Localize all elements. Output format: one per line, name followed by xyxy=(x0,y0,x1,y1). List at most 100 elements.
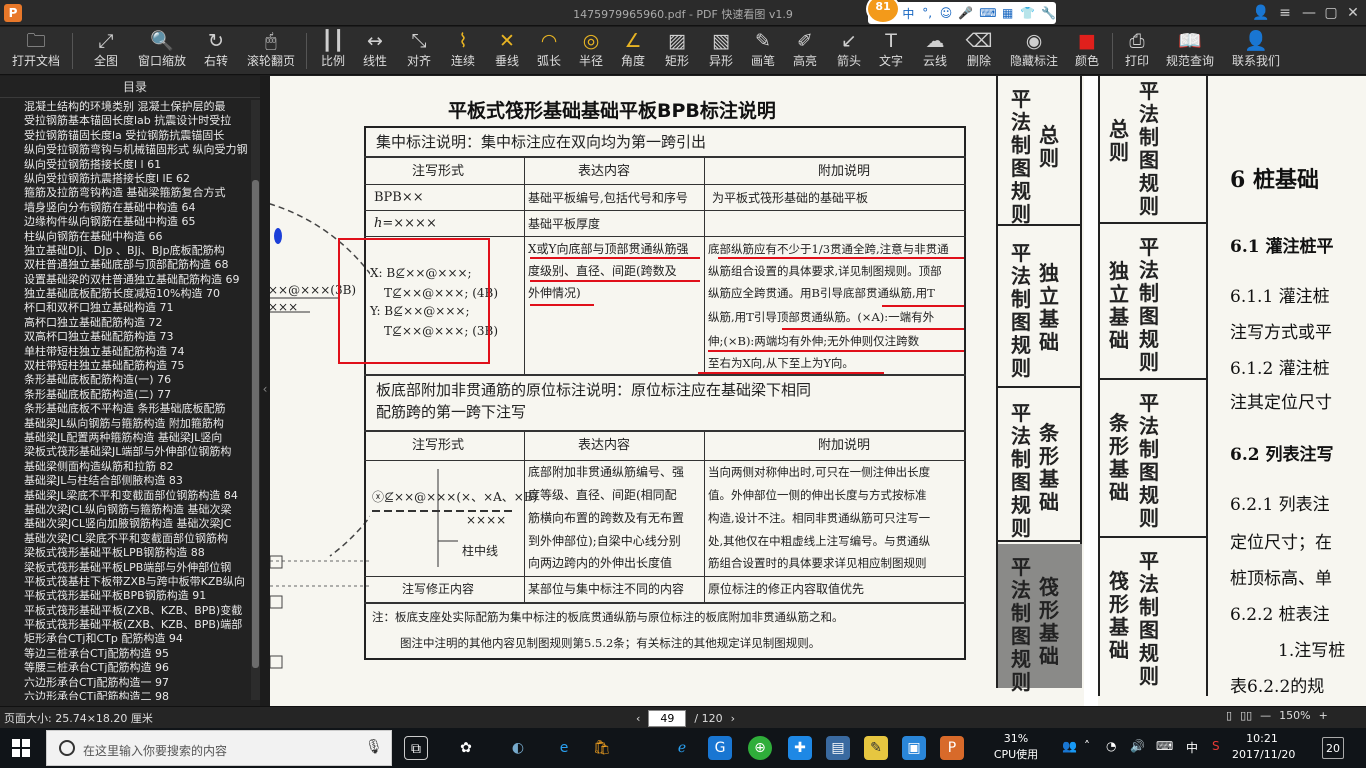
toc-item[interactable]: 杯口和双杯口独立基础构造 71 xyxy=(0,301,250,315)
people-icon[interactable]: 👥 xyxy=(1062,739,1077,753)
red-underline[interactable] xyxy=(882,305,964,307)
task-view-icon[interactable]: ⧉ xyxy=(404,736,428,760)
notification-center-icon[interactable]: 20 xyxy=(1322,737,1344,759)
toc-item[interactable]: 条形基础底板不平构造 条形基础底板配筋 xyxy=(0,402,250,416)
toc-item[interactable]: 平板式筏形基础平板(ZXB、KZB、BPB)变截 xyxy=(0,604,250,618)
zoom-out-button[interactable]: — xyxy=(1260,709,1271,722)
ime-emoji-icon[interactable]: ☺ xyxy=(940,6,953,20)
toc-item[interactable]: 基础梁侧面构造纵筋和拉筋 82 xyxy=(0,460,250,474)
chapter-tab-independent[interactable]: 平法制图规则 独立基础 xyxy=(998,228,1082,388)
minimize-button[interactable]: — xyxy=(1298,3,1320,23)
ime-apps-icon[interactable]: ▦ xyxy=(1001,6,1014,20)
toc-item[interactable]: 条形基础底板配筋构造(二) 77 xyxy=(0,388,250,402)
toc-item[interactable]: 基础梁JL梁底不平和变截面部位钢筋构造 84 xyxy=(0,489,250,503)
toc-item[interactable]: 基础次梁JCL纵向钢筋与箍筋构造 基础次梁 xyxy=(0,503,250,517)
cloud-line-button[interactable]: ☁ 云线 xyxy=(918,29,952,73)
toc-item[interactable]: 平板式筏形基础平板BPB钢筋构造 91 xyxy=(0,589,250,603)
toc-item[interactable]: 基础次梁JCL竖向加腋钢筋构造 基础次梁JC xyxy=(0,517,250,531)
toc-item[interactable]: 混凝土结构的环境类别 混凝土保护层的最 xyxy=(0,100,250,114)
toc-item[interactable]: 平板式筏基柱下板带ZXB与跨中板带KZB纵向 xyxy=(0,575,250,589)
image-app-icon[interactable]: ▣ xyxy=(902,736,926,760)
zoom-in-button[interactable]: + xyxy=(1319,709,1328,722)
linear-measure-button[interactable]: ↔ 线性 xyxy=(358,29,392,73)
user-icon[interactable]: 👤 xyxy=(1250,3,1272,23)
red-underline[interactable] xyxy=(530,304,594,306)
continuous-measure-button[interactable]: ⌇ 连续 xyxy=(446,29,480,73)
rectangle-button[interactable]: ▨ 矩形 xyxy=(660,29,694,73)
arrow-button[interactable]: ↙ 箭头 xyxy=(832,29,866,73)
red-underline[interactable] xyxy=(530,257,700,259)
sogou-ime-icon[interactable]: S xyxy=(1212,739,1220,753)
red-underline[interactable] xyxy=(718,257,964,259)
toc-item[interactable]: 梁板式筏形基础平板LPB钢筋构造 88 xyxy=(0,546,250,560)
toc-item[interactable]: 基础次梁JCL梁底不平和变截面部位钢筋构 xyxy=(0,532,250,546)
toc-item[interactable]: 纵向受拉钢筋弯钩与机械锚固形式 纵向受力钢 xyxy=(0,143,250,157)
radius-button[interactable]: ◎ 半径 xyxy=(574,29,608,73)
toc-item[interactable]: 纵向受拉钢筋搭接长度l l 61 xyxy=(0,158,250,172)
windows-start-icon[interactable] xyxy=(12,739,30,757)
chapter-tab-strip[interactable]: 平法制图规则 条形基础 xyxy=(998,390,1082,542)
toc-item[interactable]: 等边三桩承台CTj配筋构造 95 xyxy=(0,647,250,661)
keyboard-icon[interactable]: ⌨ xyxy=(1156,739,1173,753)
ie-browser-icon[interactable]: ℯ xyxy=(670,736,694,760)
color-button[interactable]: ■ 颜色 xyxy=(1070,29,1104,73)
toc-item[interactable]: 受拉钢筋基本锚固长度lab 抗震设计时受拉 xyxy=(0,114,250,128)
toc-item[interactable]: 梁板式筏形基础平板LPB端部与外伸部位钢 xyxy=(0,561,250,575)
edge-browser-icon[interactable]: e xyxy=(552,736,576,760)
toc-item[interactable]: 单柱带短柱独立基础配筋构造 74 xyxy=(0,345,250,359)
toc-item[interactable]: 箍筋及拉筋弯钩构造 基础梁箍筋复合方式 xyxy=(0,186,250,200)
chapter-tab-general-2[interactable]: 总则 平法制图规则 xyxy=(1100,76,1208,224)
highlight-button[interactable]: ✐ 高亮 xyxy=(788,29,822,73)
collapse-sidebar-icon[interactable]: ‹ xyxy=(260,382,270,396)
contact-us-button[interactable]: 👤 联系我们 xyxy=(1228,29,1284,73)
chapter-tab-strip-2[interactable]: 条形基础 平法制图规则 xyxy=(1100,382,1208,538)
store-icon[interactable]: 🛍 xyxy=(590,736,614,760)
toc-item[interactable]: 平板式筏形基础平板(ZXB、KZB、BPB)端部 xyxy=(0,618,250,632)
irregular-shape-button[interactable]: ▧ 异形 xyxy=(704,29,738,73)
delete-button[interactable]: ⌫ 删除 xyxy=(962,29,996,73)
chapter-tab-raft-2[interactable]: 筏形基础 平法制图规则 xyxy=(1100,540,1208,696)
toc-item[interactable]: 柱纵向钢筋在基础中构造 66 xyxy=(0,230,250,244)
toc-item[interactable]: 受拉钢筋锚固长度la 受拉钢筋抗震锚固长 xyxy=(0,129,250,143)
toc-item[interactable]: 六边形承台CTj配筋构造二 98 xyxy=(0,690,250,700)
red-underline[interactable] xyxy=(530,280,700,282)
cpu-usage-widget[interactable]: 31% CPU使用 xyxy=(986,731,1046,763)
next-page-button[interactable]: › xyxy=(731,712,735,725)
pdf-viewer-taskbar-icon[interactable]: P xyxy=(940,736,964,760)
toc-item[interactable]: 条形基础底板配筋构造(一) 76 xyxy=(0,373,250,387)
pinwheel-app-icon[interactable]: ✿ xyxy=(454,736,478,760)
toc-item[interactable]: 矩形承台CTj和CTp 配筋构造 94 xyxy=(0,632,250,646)
toc-item[interactable]: 设置基础梁的双柱普通独立基础配筋构造 69 xyxy=(0,273,250,287)
fit-page-button[interactable]: ⤢ 全图 xyxy=(84,29,128,73)
window-zoom-button[interactable]: 🔍 窗口缩放 xyxy=(134,29,190,73)
taskbar-search-input[interactable]: 在这里输入你要搜索的内容 🎙 xyxy=(46,730,392,766)
volume-icon[interactable]: 🔊 xyxy=(1130,739,1145,753)
close-button[interactable]: ✕ xyxy=(1342,3,1364,23)
text-button[interactable]: T 文字 xyxy=(874,29,908,73)
zoom-level[interactable]: 150% xyxy=(1279,709,1310,722)
red-underline[interactable] xyxy=(698,372,884,374)
red-underline[interactable] xyxy=(782,328,964,330)
plus-app-icon[interactable]: ✚ xyxy=(788,736,812,760)
tray-chevron-icon[interactable]: ˄ xyxy=(1084,739,1090,753)
hide-annotations-button[interactable]: ◉ 隐藏标注 xyxy=(1006,29,1062,73)
prev-page-button[interactable]: ‹ xyxy=(636,712,640,725)
scale-button[interactable]: ┃┃ 比例 xyxy=(316,29,350,73)
toc-item[interactable]: 纵向受拉钢筋抗震搭接长度l lE 62 xyxy=(0,172,250,186)
ime-settings-icon[interactable]: 🔧 xyxy=(1041,6,1056,20)
ime-punct-icon[interactable]: °, xyxy=(921,6,934,20)
red-underline[interactable] xyxy=(708,350,964,352)
ime-shirt-icon[interactable]: 👕 xyxy=(1020,6,1035,20)
toc-item[interactable]: 边缘构件纵向钢筋在基础中构造 65 xyxy=(0,215,250,229)
toc-item[interactable]: 墙身竖向分布钢筋在基础中构造 64 xyxy=(0,201,250,215)
toc-item[interactable]: 高杯口独立基础配筋构造 72 xyxy=(0,316,250,330)
toc-item[interactable]: 基础梁JL与柱结合部侧腋构造 83 xyxy=(0,474,250,488)
microphone-icon[interactable]: 🎙 xyxy=(365,739,383,755)
toc-item[interactable]: 六边形承台CTj配筋构造一 97 xyxy=(0,676,250,690)
menu-icon[interactable]: ≡ xyxy=(1274,3,1296,23)
spec-query-button[interactable]: 📖 规范查询 xyxy=(1162,29,1218,73)
toc-item[interactable]: 基础梁JL配置两种箍筋构造 基础梁JL竖向 xyxy=(0,431,250,445)
maximize-button[interactable]: ▢ xyxy=(1320,3,1342,23)
print-button[interactable]: ⎙ 打印 xyxy=(1120,29,1154,73)
toc-item[interactable]: 双柱带短柱独立基础配筋构造 75 xyxy=(0,359,250,373)
